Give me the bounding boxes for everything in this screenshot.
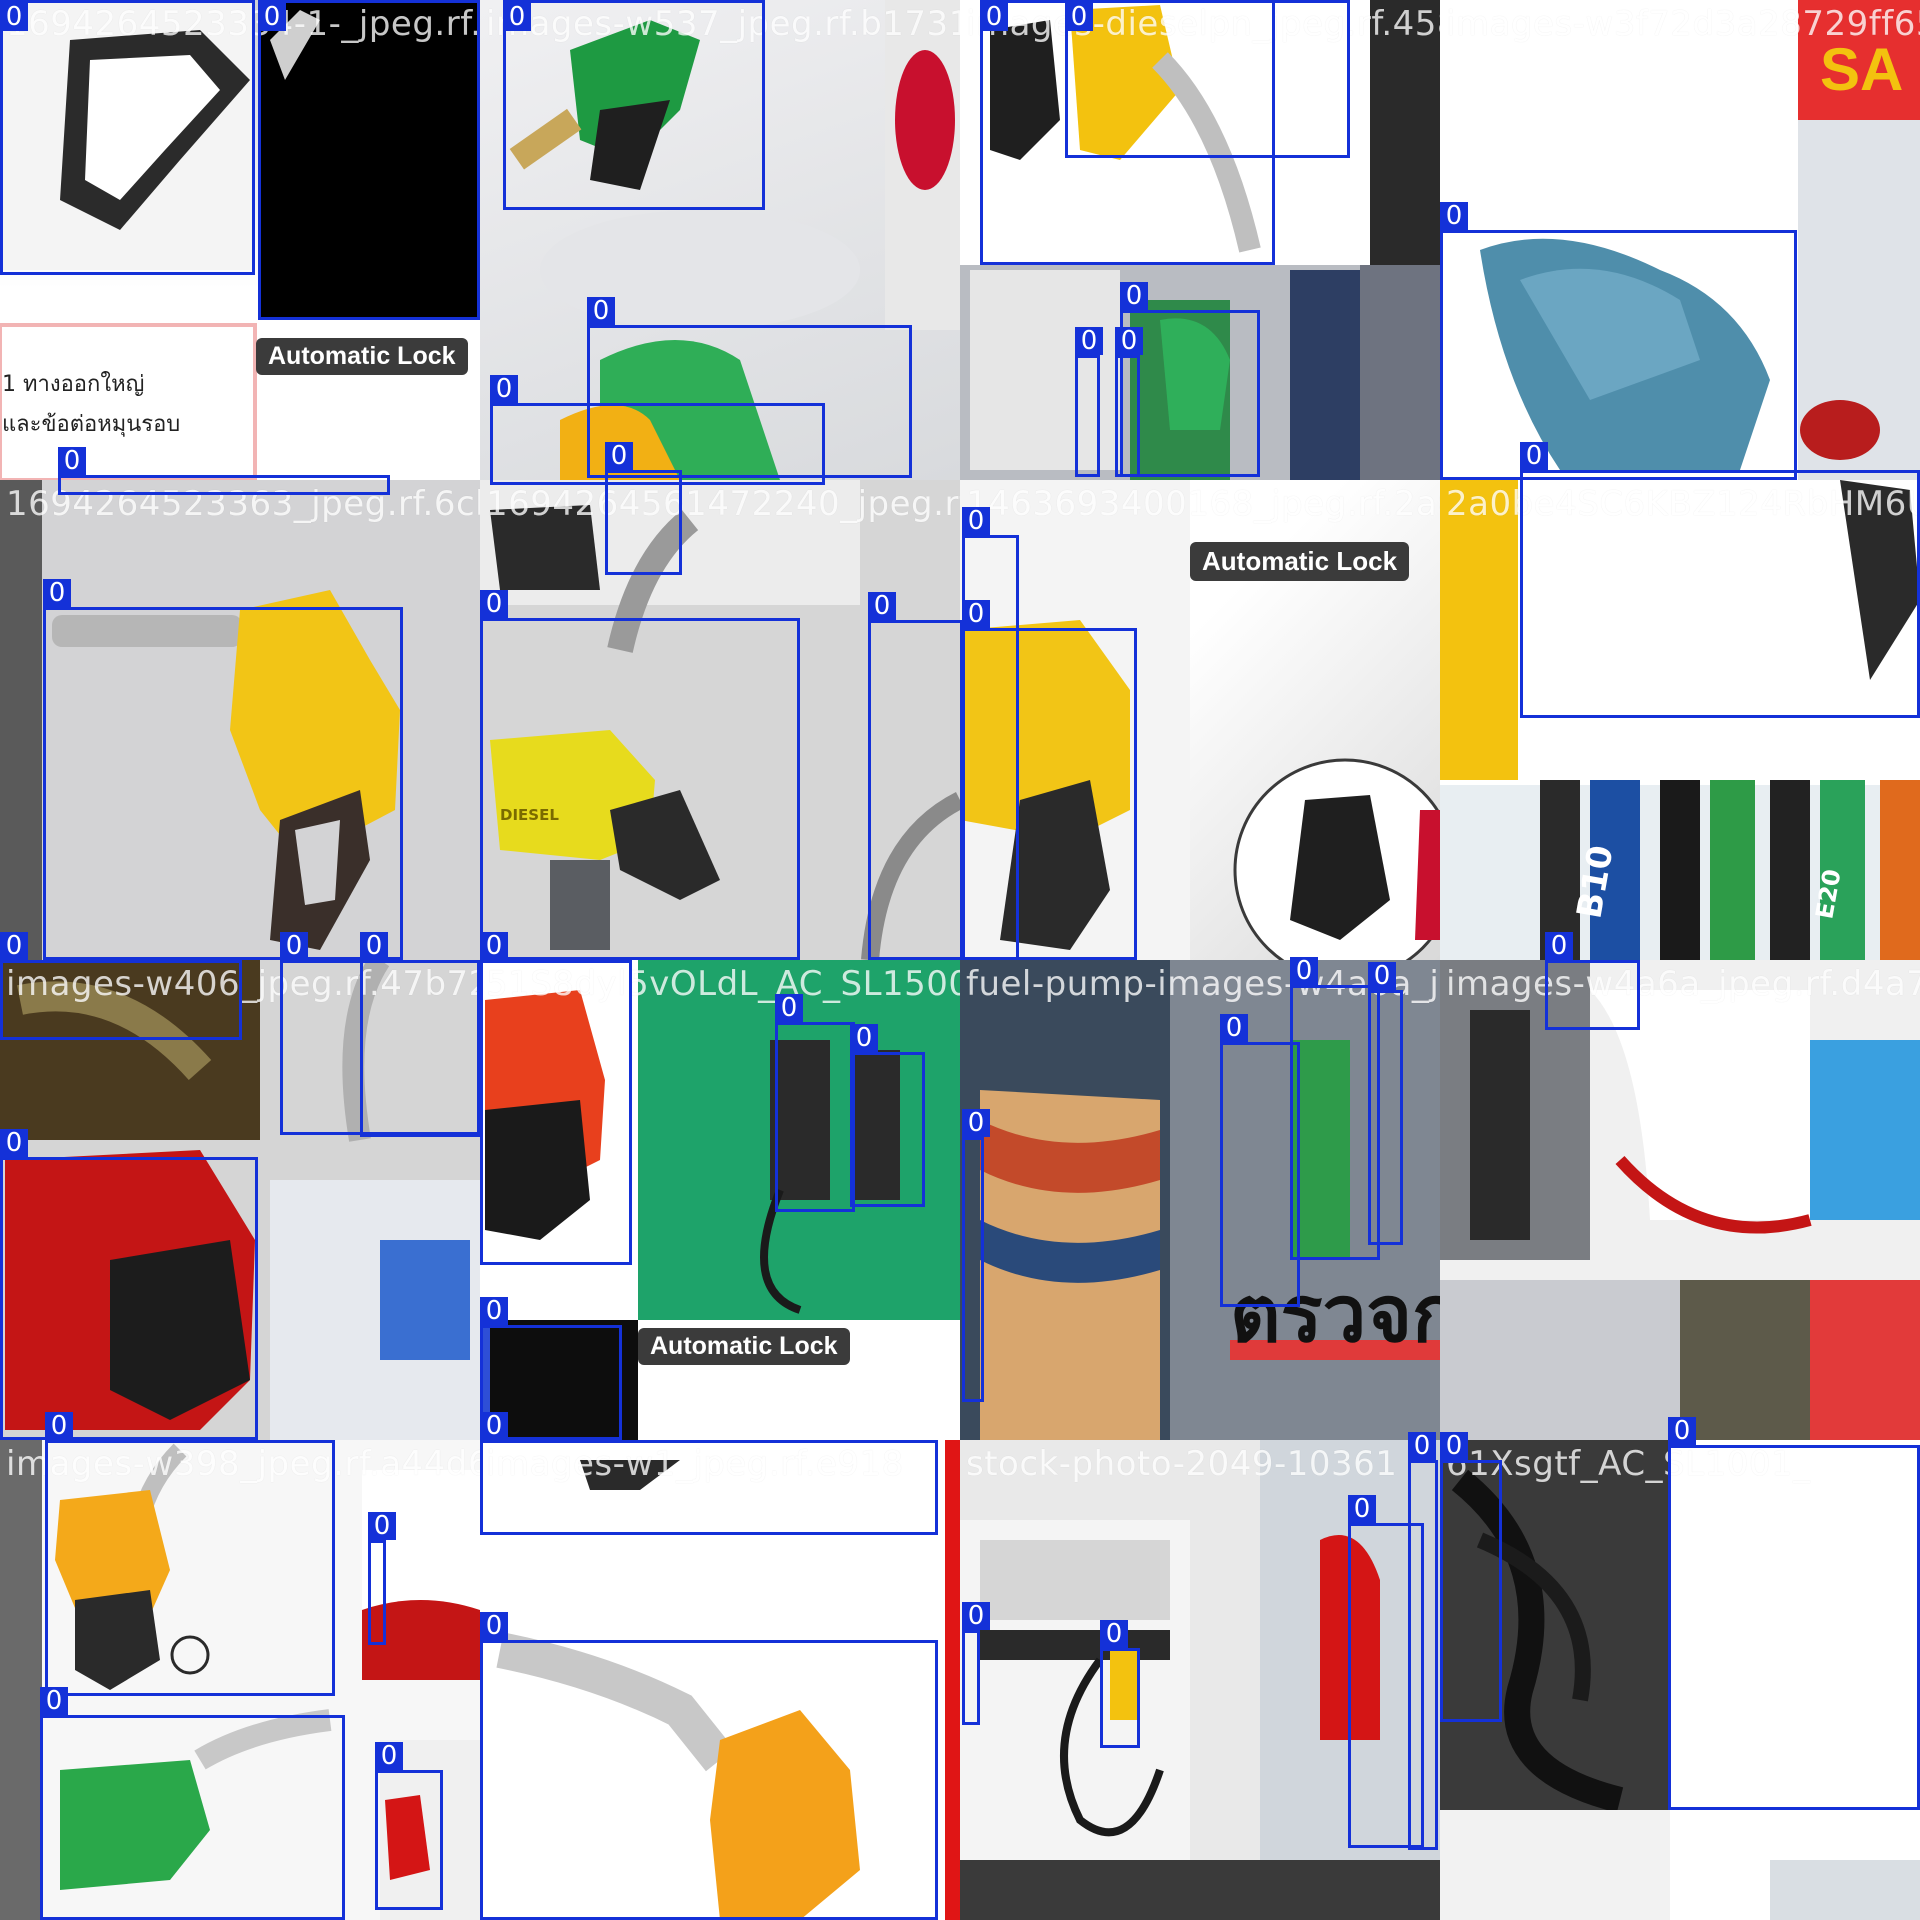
sale-sign-text: SA (1820, 36, 1903, 103)
detection-mosaic: 1 ทางออกใหญ่ และข้อต่อหมุนรอบ Automatic … (0, 0, 1920, 1920)
car-fuel-door-image (1440, 960, 1920, 1440)
tile-6: DIESEL 1694264561472240_jpeg.rf.fda (480, 480, 960, 960)
blue-nozzle-image: SA (1480, 0, 1920, 480)
green-nozzle-image (509, 0, 960, 480)
tile-filename: 51S8dyl5vOLdL_AC_SL1500_jpg.rf.4f50 (486, 964, 960, 1004)
tile-14: images-w1_jpeg.rf.e918 (480, 1440, 960, 1920)
diesel-nozzle-image: DIESEL (480, 480, 960, 960)
black-hose-image (1440, 1440, 1920, 1920)
tile-filename: 61Xsgtf_AC_SL1001_ (1446, 1444, 1811, 1484)
thai-caption-line1: 1 ทางออกใหญ่ (2, 372, 145, 397)
tile-1: 1 ทางออกใหญ่ และข้อต่อหมุนรอบ Automatic … (0, 0, 480, 480)
diesel-label: DIESEL (500, 806, 559, 824)
tile-filename: 1463693400168_jpeg.rf.2a0be4 (966, 484, 1440, 524)
tile-15: stock-photo-2049-10361 (960, 1440, 1440, 1920)
pump-row-image: B10 E20 (1440, 480, 1920, 960)
tile-filename: images-w406_jpeg.rf.47b72 (6, 964, 480, 1004)
tile-filename: 2a0be4SC6KBZ124RbHM6UK7IIN (1446, 484, 1920, 524)
automatic-lock-tag: Automatic Lock (1190, 542, 1410, 581)
tile-12: images-w4a6a_jpeg.rf.d4a741 (1440, 960, 1920, 1440)
tile-16: 61Xsgtf_AC_SL1001_ (1440, 1440, 1920, 1920)
tile-5: 1694264523363_jpeg.rf.6cb (0, 480, 480, 960)
automatic-lock-tag: Automatic Lock (638, 1328, 850, 1365)
tile-8: B10 E20 2a0be4SC6KBZ124RbHM6UK7IIN (1440, 480, 1920, 960)
automatic-lock-tag: Automatic Lock (256, 338, 468, 375)
tile-7: Automatic Lock 1463693400168_jpeg.rf.2a0… (960, 480, 1440, 960)
tile-filename: images-w4a6a_jpeg.rf.d4a741 (1446, 964, 1920, 1004)
tile-11: ตรวจก่ fuel-pump-images-w4a6a_jpeg.rf.d4… (960, 960, 1440, 1440)
orange-nozzle-closeup-image (496, 1440, 960, 1920)
tile-filename: images-dieselpn_jpeg.rf.458277b3c9a5b572… (966, 4, 1440, 44)
tile-4: SA images-w3f72d3a28729ff655c (1440, 0, 1920, 480)
tile-3: images-dieselpn_jpeg.rf.458277b3c9a5b572… (960, 0, 1440, 480)
thai-banner-text: ตรวจก่ (1230, 1270, 1440, 1360)
tile-filename: 1694264523334-1-_jpeg.rf.4dc0091e059799 (6, 4, 480, 44)
yellow-nozzle-and-pump-image (960, 0, 1440, 480)
tile-filename: images-w398_jpeg.rf.a44d6f (6, 1444, 480, 1484)
orange-and-green-nozzles-image (0, 1440, 480, 1920)
tile-filename: images-w537_jpeg.rf.b1731a8ef68406b (486, 4, 960, 44)
yellow-nozzle-image (0, 480, 400, 960)
tile-filename: 1694264523363_jpeg.rf.6cb (6, 484, 480, 524)
fuel-station-image (960, 1440, 1440, 1920)
tile-2: images-w537_jpeg.rf.b1731a8ef68406b (480, 0, 960, 480)
tile-13: images-w398_jpeg.rf.a44d6f (0, 1440, 480, 1920)
tile-filename: 1694264561472240_jpeg.rf.fda (486, 484, 960, 524)
tile-filename: images-w3f72d3a28729ff655c (1446, 4, 1920, 44)
thai-caption-line2: และข้อต่อหมุนรอบ (2, 412, 181, 437)
tile-10: Automatic Lock 51S8dyl5vOLdL_AC_SL1500_j… (480, 960, 960, 1440)
pump-dispensers-image (480, 960, 960, 1440)
tile-9: images-w406_jpeg.rf.47b72 (0, 960, 480, 1440)
tile-filename: fuel-pump-images-w4a6a_jpeg.rf.d4a741 (966, 964, 1440, 1004)
tile-filename: images-w1_jpeg.rf.e918 (486, 1444, 904, 1484)
tile-filename: stock-photo-2049-10361 (966, 1444, 1398, 1484)
red-nozzle-image (0, 960, 480, 1440)
